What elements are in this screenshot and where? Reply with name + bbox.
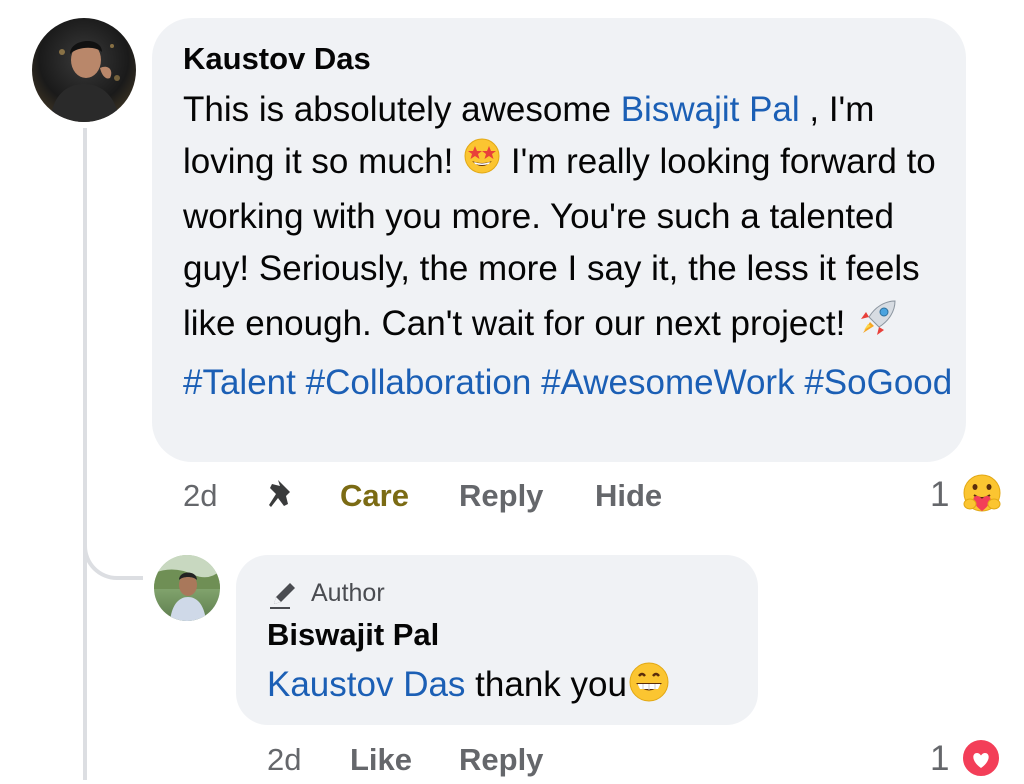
comment-timestamp[interactable]: 2d: [183, 478, 217, 514]
reaction-count[interactable]: 1: [930, 739, 949, 779]
grinning-emoji-icon: [627, 660, 671, 713]
love-reaction-icon[interactable]: [960, 737, 1002, 784]
reply-button[interactable]: Reply: [459, 478, 543, 514]
pencil-icon: [268, 578, 302, 615]
care-reaction-button[interactable]: Care: [340, 478, 409, 514]
care-reaction-icon[interactable]: [959, 471, 1005, 522]
reply-button[interactable]: Reply: [459, 742, 543, 778]
mention-link[interactable]: Biswajit Pal: [621, 90, 800, 129]
avatar-photo: [154, 555, 220, 621]
hashtag-link[interactable]: #Collaboration: [306, 363, 532, 402]
reaction-count[interactable]: 1: [930, 475, 949, 515]
hashtag-link[interactable]: #Talent: [183, 363, 296, 402]
reply-timestamp[interactable]: 2d: [267, 742, 301, 778]
reply-text: Kaustov Das thank you: [267, 660, 671, 713]
avatar-photo: [50, 40, 120, 122]
star-struck-emoji-icon: [463, 137, 501, 190]
like-button[interactable]: Like: [350, 742, 412, 778]
avatar[interactable]: [154, 555, 220, 621]
comment-text: This is absolutely awesome Biswajit Pal …: [183, 84, 953, 409]
hashtag-link[interactable]: #SoGood: [804, 363, 952, 402]
reply-text-part: thank you: [465, 664, 627, 704]
thread-line: [83, 128, 87, 780]
thread-branch-line: [83, 530, 143, 580]
comment-text-part: This is absolutely awesome: [183, 90, 621, 129]
comment-author-name[interactable]: Kaustov Das: [183, 41, 371, 77]
pin-icon[interactable]: [266, 476, 298, 517]
reply-author-name[interactable]: Biswajit Pal: [267, 617, 439, 653]
author-badge: Author: [311, 579, 385, 607]
hide-button[interactable]: Hide: [595, 478, 662, 514]
avatar[interactable]: [32, 18, 136, 122]
hashtag-link[interactable]: #AwesomeWork: [541, 363, 795, 402]
rocket-emoji-icon: [855, 295, 901, 356]
mention-link[interactable]: Kaustov Das: [267, 665, 465, 704]
